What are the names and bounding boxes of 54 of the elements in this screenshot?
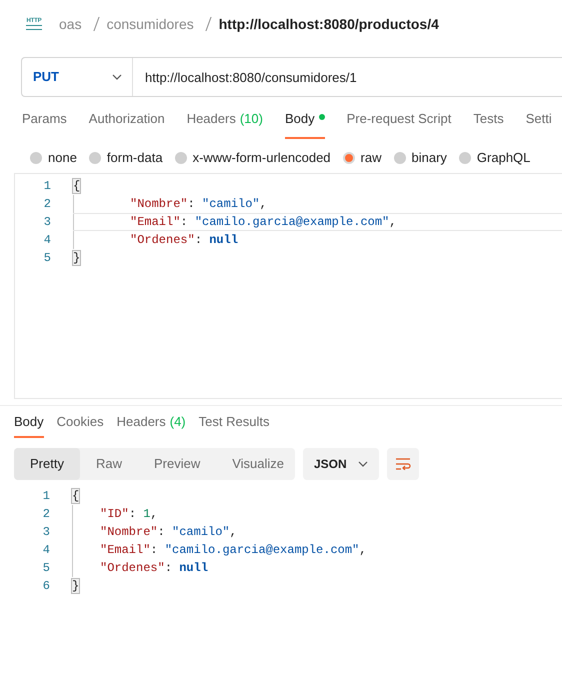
response-tab[interactable]: Body bbox=[14, 412, 44, 438]
radio-option[interactable]: GraphQL bbox=[458, 148, 530, 168]
view-mode-tab[interactable]: Visualize bbox=[216, 448, 300, 480]
url-field[interactable]: http://localhost:8080/consumidores/1 bbox=[133, 57, 562, 97]
chevron-down-icon bbox=[358, 461, 368, 467]
radio-button[interactable] bbox=[30, 152, 42, 164]
code-line: "Nombre": "camilo", bbox=[130, 196, 267, 213]
radio-button[interactable] bbox=[458, 152, 471, 164]
radio-option[interactable]: raw bbox=[342, 148, 382, 168]
code-line: "Nombre": "camilo", bbox=[100, 524, 237, 541]
line-number: 1 bbox=[42, 178, 51, 195]
chevron-down-icon bbox=[112, 74, 122, 80]
wrap-lines-button[interactable] bbox=[387, 448, 419, 480]
radio-option[interactable]: none bbox=[30, 148, 77, 168]
line-number: 6 bbox=[42, 578, 50, 595]
request-tab[interactable]: Params bbox=[22, 109, 67, 139]
radio-button[interactable] bbox=[394, 152, 406, 164]
line-number: 2 bbox=[42, 506, 50, 523]
code-line: "Ordenes": null bbox=[100, 560, 208, 577]
line-number: 5 bbox=[42, 250, 51, 267]
line-number: 1 bbox=[42, 488, 50, 505]
response-tab[interactable]: Headers (4) bbox=[116, 412, 186, 438]
line-number: 3 bbox=[42, 524, 50, 541]
request-tab[interactable]: Setti bbox=[526, 109, 552, 139]
response-tab[interactable]: Test Results bbox=[198, 412, 270, 438]
view-mode-tab[interactable]: Raw bbox=[80, 448, 138, 480]
breadcrumb-link[interactable]: oas bbox=[59, 14, 82, 34]
code-line: "Email": "camilo.garcia@example.com", bbox=[100, 542, 366, 559]
request-tab[interactable]: Headers (10) bbox=[186, 109, 263, 139]
code-line: "ID": 1, bbox=[100, 506, 158, 523]
line-number: 4 bbox=[42, 542, 50, 559]
request-tab[interactable]: Tests bbox=[473, 109, 504, 139]
radio-option[interactable]: x-www-form-urlencoded bbox=[174, 148, 331, 168]
request-tab[interactable]: Authorization bbox=[88, 109, 165, 139]
view-mode-tab[interactable]: Pretty bbox=[14, 448, 80, 480]
code-line: "Ordenes": null bbox=[130, 232, 238, 249]
line-number: 2 bbox=[42, 196, 51, 213]
line-number: 3 bbox=[42, 214, 51, 231]
code-line: "Email": "camilo.garcia@example.com", bbox=[130, 214, 396, 231]
radio-option[interactable]: form-data bbox=[88, 148, 163, 168]
request-tab[interactable]: Pre-request Script bbox=[346, 109, 452, 139]
response-tab[interactable]: Cookies bbox=[56, 412, 104, 438]
radio-button[interactable] bbox=[342, 152, 355, 164]
view-mode-tab[interactable]: Preview bbox=[138, 448, 216, 480]
radio-button[interactable] bbox=[174, 152, 187, 164]
request-tab[interactable]: Body bbox=[284, 109, 325, 139]
radio-option[interactable]: binary bbox=[394, 148, 447, 168]
request-title: http://localhost:8080/productos/4 bbox=[218, 14, 439, 34]
line-number: 5 bbox=[42, 560, 50, 577]
line-number: 4 bbox=[42, 232, 51, 249]
radio-button[interactable] bbox=[88, 152, 101, 164]
wrap-lines-icon bbox=[395, 458, 411, 470]
breadcrumb-link[interactable]: consumidores bbox=[106, 14, 194, 34]
format-dropdown[interactable]: JSON bbox=[303, 448, 379, 480]
